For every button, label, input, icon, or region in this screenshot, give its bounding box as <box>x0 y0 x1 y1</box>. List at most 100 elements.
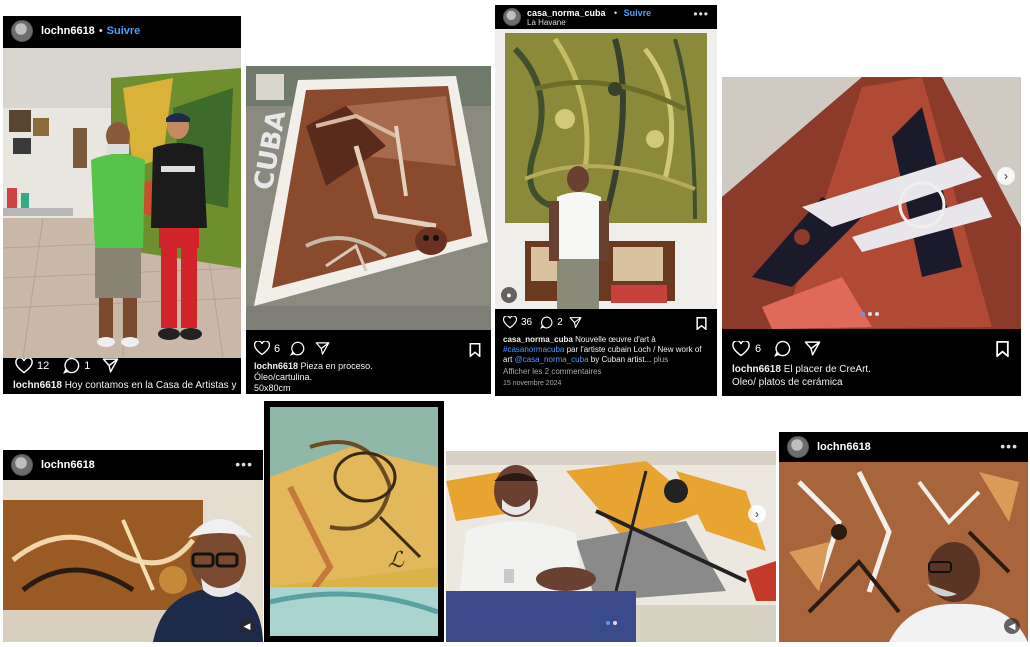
caption-username[interactable]: lochn6618 <box>13 380 62 391</box>
like-count[interactable]: 12 <box>37 360 49 372</box>
post-photo[interactable]: ● <box>495 29 717 309</box>
avatar[interactable] <box>11 20 33 42</box>
more-icon[interactable]: ••• <box>235 456 253 472</box>
carousel-dot-active <box>606 621 610 625</box>
carousel-dots <box>861 312 879 316</box>
post-artist-seated: › <box>446 451 776 642</box>
sound-icon[interactable]: ◀ <box>1004 618 1020 634</box>
post-caption: lochn6618 Hoy contamos en la Casa de Art… <box>13 379 236 392</box>
avatar[interactable] <box>503 8 521 26</box>
post-date: 15 novembre 2024 <box>503 380 562 387</box>
username[interactable]: lochn6618 <box>41 459 95 471</box>
carousel-dot <box>868 312 872 316</box>
view-comments-link[interactable]: Afficher les 2 commentaires <box>503 367 711 377</box>
chevron-right-icon[interactable]: › <box>748 505 766 523</box>
caption-line: Oleo/ platos de cerámica <box>732 377 843 388</box>
comment-icon[interactable] <box>63 357 80 374</box>
carousel-dot-active <box>861 312 865 316</box>
artist-signature: ℒ <box>388 548 405 573</box>
comment-count[interactable]: 1 <box>84 360 90 372</box>
post-lochn6618-studio-visit: lochn6618 • Suivre 12 1 lochn6618 Hoy co… <box>3 16 241 394</box>
share-icon[interactable] <box>569 316 582 329</box>
bookmark-icon[interactable] <box>469 343 481 357</box>
chevron-right-icon[interactable]: › <box>997 167 1015 185</box>
post-abstract-closeup: ℒ <box>264 401 444 642</box>
post-photo[interactable] <box>722 77 1021 329</box>
post-caption: lochn6618 El placer de CreArt. Oleo/ pla… <box>732 363 871 389</box>
post-caption: lochn6618 Pieza en proceso. Óleo/cartuli… <box>254 361 373 394</box>
artist-selfie-with-painting-photo <box>3 480 263 642</box>
caption-line: Nouvelle œuvre d'art à <box>575 335 656 344</box>
caption-line: Pieza en proceso. <box>300 361 373 371</box>
username[interactable]: casa_norma_cuba <box>527 8 606 18</box>
more-icon[interactable]: ••• <box>693 7 709 21</box>
caption-text: Hoy contamos en la Casa de Artistas y <box>64 380 237 391</box>
post-actions: 36 2 <box>503 316 582 329</box>
caption-username[interactable]: lochn6618 <box>732 364 781 375</box>
share-icon[interactable] <box>804 340 821 357</box>
post-photo[interactable]: CUBA <box>246 66 491 330</box>
post-photo[interactable] <box>446 451 776 642</box>
caption-username[interactable]: lochn6618 <box>254 361 298 371</box>
post-pieza-en-proceso: CUBA 6 lochn6618 Pieza en proceso. Óleo/… <box>246 66 491 394</box>
post-el-placer-de-creart: › 6 lochn6618 El placer de CreArt. Oleo/… <box>722 77 1021 396</box>
share-icon[interactable] <box>315 341 330 356</box>
post-header: lochn6618 <box>3 450 263 480</box>
avatar[interactable] <box>11 454 33 476</box>
follow-button[interactable]: Suivre <box>624 8 652 18</box>
post-photo[interactable]: ◀ <box>779 462 1028 642</box>
post-photo[interactable]: ℒ <box>270 407 438 636</box>
comment-count[interactable]: 2 <box>557 317 563 328</box>
location[interactable]: La Havane <box>527 18 651 28</box>
comment-icon[interactable] <box>540 316 553 329</box>
like-count[interactable]: 6 <box>755 343 761 355</box>
bookmark-icon[interactable] <box>996 341 1009 357</box>
abstract-painting-closeup-photo: ℒ <box>270 407 438 636</box>
post-photo[interactable] <box>3 48 241 358</box>
artist-seated-before-painting-photo <box>446 451 776 642</box>
post-caption: casa_norma_cuba Nouvelle œuvre d'art à #… <box>503 335 711 389</box>
username[interactable]: lochn6618 <box>817 441 871 453</box>
avatar[interactable] <box>787 436 809 458</box>
artist-with-figurative-painting-photo <box>779 462 1028 642</box>
caption-line: art <box>503 355 513 364</box>
more-link[interactable]: plus <box>653 355 668 364</box>
two-men-in-gallery-photo <box>3 48 241 358</box>
more-icon[interactable]: ••• <box>1000 438 1018 454</box>
carousel-dot <box>875 312 879 316</box>
heart-icon[interactable] <box>503 316 517 329</box>
painted-ceramic-plate-photo <box>722 77 1021 329</box>
separator: • <box>614 7 618 18</box>
carousel-dots <box>606 621 617 625</box>
follow-button[interactable]: Suivre <box>107 25 141 37</box>
sound-icon[interactable]: ◀ <box>239 618 255 634</box>
caption-line: par l'artiste cubain Loch / New work of <box>566 345 702 354</box>
like-count[interactable]: 6 <box>274 343 280 355</box>
like-count[interactable]: 36 <box>521 317 532 328</box>
post-actions: 6 <box>732 340 821 357</box>
post-lochn6618-video: lochn6618 ••• ◀ <box>3 450 263 642</box>
carousel-dot <box>613 621 617 625</box>
share-icon[interactable] <box>102 357 119 374</box>
caption-username[interactable]: casa_norma_cuba <box>503 335 573 344</box>
post-actions: 12 1 <box>15 357 119 374</box>
heart-icon[interactable] <box>732 340 750 357</box>
comment-icon[interactable] <box>290 341 305 356</box>
painting-in-progress-photo: CUBA <box>246 66 491 330</box>
post-lochn6618-painting: lochn6618 ••• ◀ <box>779 432 1028 642</box>
caption-line: El placer de CreArt. <box>783 364 871 375</box>
heart-icon[interactable] <box>254 341 270 356</box>
mention-link[interactable]: @casa_norma_cuba <box>515 355 589 364</box>
artist-with-painting-photo <box>495 29 717 309</box>
caption-line: by Cuban artist... <box>590 355 652 364</box>
post-header: lochn6618 <box>779 432 1028 462</box>
comment-icon[interactable] <box>774 340 791 357</box>
separator: • <box>98 25 103 37</box>
user-tag-icon[interactable]: ● <box>501 287 517 303</box>
username[interactable]: lochn6618 <box>41 25 95 37</box>
bookmark-icon[interactable] <box>696 317 707 330</box>
caption-line: Óleo/cartulina. <box>254 372 313 382</box>
post-video[interactable]: ◀ <box>3 480 263 642</box>
heart-icon[interactable] <box>15 357 33 374</box>
hashtag-link[interactable]: #casanormacuba <box>503 345 564 354</box>
